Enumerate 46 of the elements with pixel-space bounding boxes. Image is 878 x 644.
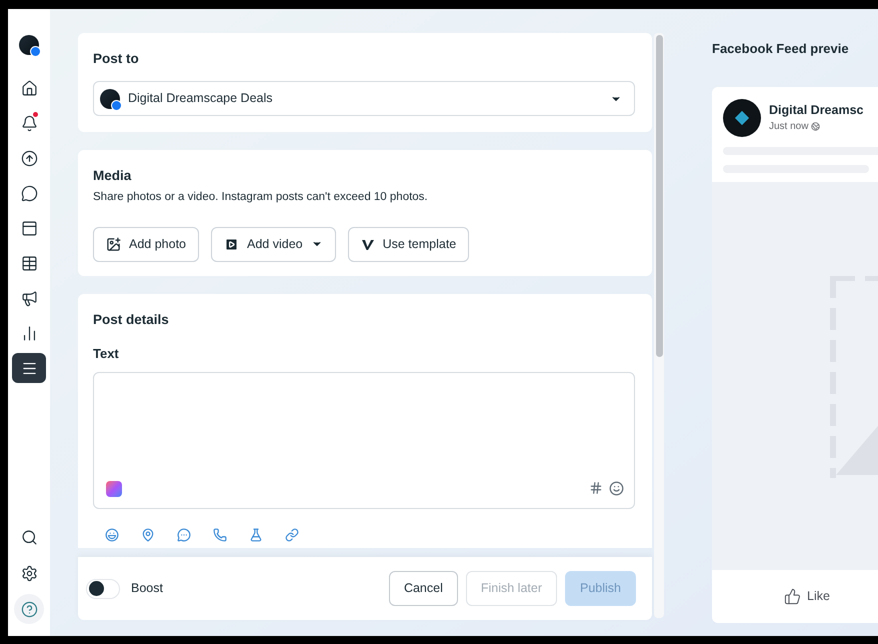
messenger-icon[interactable] <box>177 528 191 542</box>
pin-icon[interactable] <box>141 528 155 542</box>
link-icon[interactable] <box>285 528 299 542</box>
phone-icon[interactable] <box>213 528 227 542</box>
media-button[interactable]: Use template <box>348 226 470 262</box>
boost-toggle[interactable] <box>86 578 120 598</box>
megaphone-icon <box>20 290 38 306</box>
page-name: Digital Dreamsc <box>769 102 864 119</box>
preview-title: Facebook Feed previe <box>712 40 850 58</box>
section-title: Media <box>93 167 132 186</box>
globe-icon <box>811 122 820 132</box>
text-field[interactable] <box>93 372 635 508</box>
table-icon <box>20 254 38 272</box>
account-dropdown[interactable]: Digital Dreamscape Deals <box>93 81 635 116</box>
post-time: Just now <box>769 120 808 134</box>
media-button[interactable]: Add video <box>211 226 336 262</box>
page-avatar-icon <box>100 88 120 109</box>
page-avatar-icon <box>19 35 39 55</box>
pages-icon <box>20 220 38 236</box>
help-icon <box>20 600 38 618</box>
emoji-icon <box>609 480 624 496</box>
hashtag-icon <box>589 481 603 495</box>
settings-icon <box>20 564 38 582</box>
template-logo-icon <box>360 238 375 251</box>
footer-button[interactable]: Cancel <box>388 571 458 606</box>
home-icon <box>20 80 38 96</box>
page-avatar-icon <box>723 98 761 136</box>
video-icon <box>224 236 239 252</box>
media-button[interactable]: Add photo <box>93 226 199 262</box>
bell-icon <box>20 114 38 132</box>
field-label: Text <box>93 345 120 363</box>
scrollbar[interactable] <box>654 33 664 618</box>
like-label: Like <box>807 588 830 605</box>
chat-icon <box>20 184 38 202</box>
section-title: Post to <box>93 50 140 68</box>
flask-icon[interactable] <box>249 528 263 542</box>
search-icon <box>20 528 38 546</box>
face-icon[interactable] <box>105 528 119 542</box>
photo-icon <box>106 236 121 252</box>
media-description: Share photos or a video. Instagram posts can't exceed 10 photos. <box>93 190 429 204</box>
boost-label: Boost <box>131 580 163 598</box>
ai-assist-icon <box>106 480 122 496</box>
arrow-circle-icon <box>20 150 38 166</box>
like-icon <box>784 588 801 604</box>
sidebar-item[interactable] <box>12 353 46 383</box>
section-title: Post details <box>93 310 170 329</box>
